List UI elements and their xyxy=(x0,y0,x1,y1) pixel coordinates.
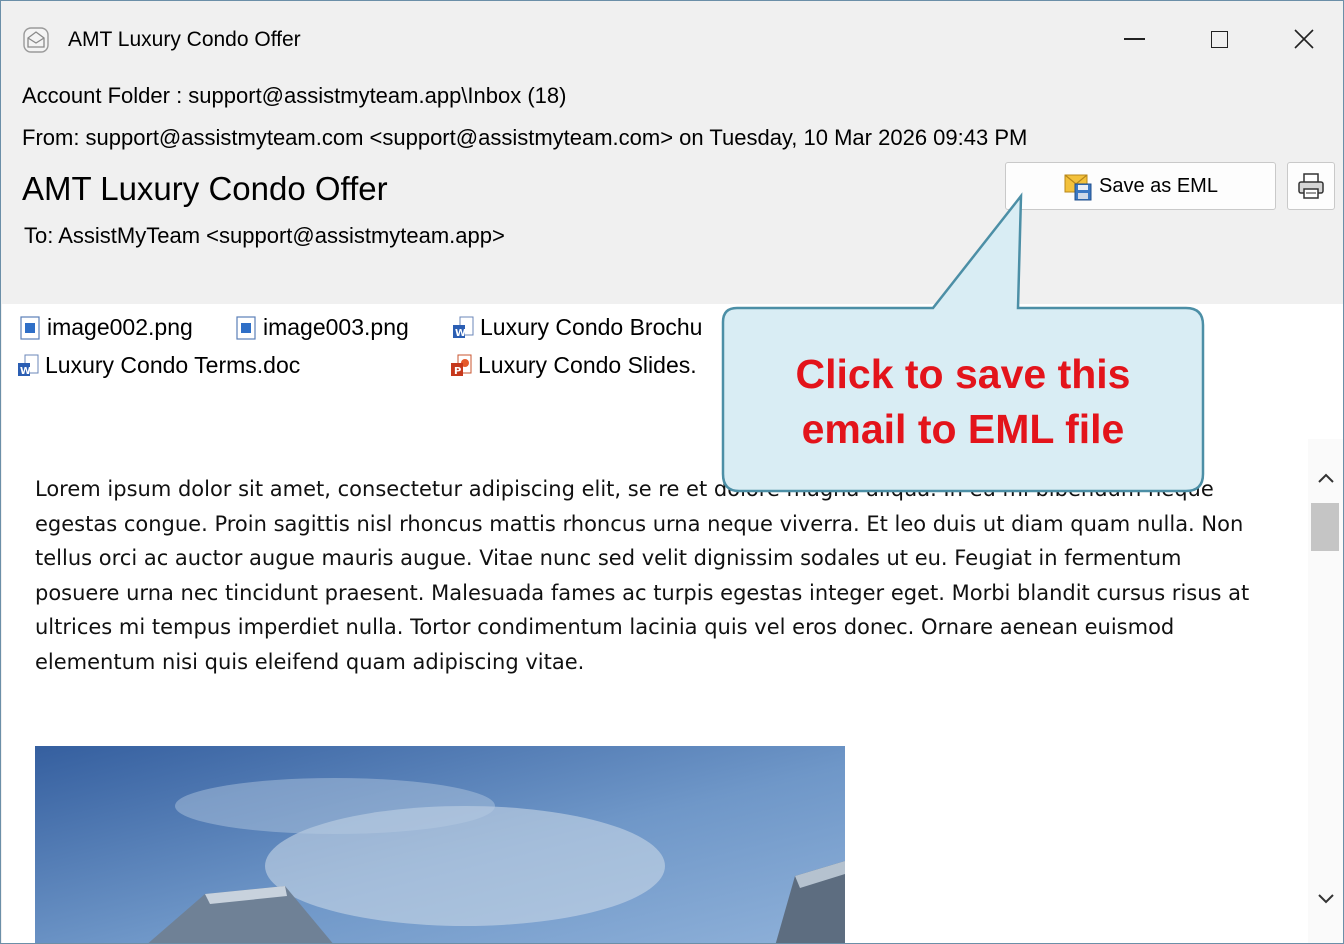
callout-line-1: Click to save this xyxy=(795,351,1131,397)
print-button[interactable] xyxy=(1287,162,1335,210)
minimize-icon xyxy=(1123,38,1145,40)
title-bar[interactable]: AMT Luxury Condo Offer xyxy=(1,1,1343,77)
svg-text:P: P xyxy=(454,366,461,377)
attachment-item[interactable]: P Luxury Condo Slides. xyxy=(450,352,697,379)
condo-building-image xyxy=(35,746,845,943)
word-doc-icon: W xyxy=(18,354,39,377)
callout-text: Click to save this email to EML file xyxy=(723,347,1203,457)
app-icon xyxy=(23,27,49,53)
attachment-name: Luxury Condo Terms.doc xyxy=(45,352,301,378)
scroll-up-icon[interactable] xyxy=(1314,467,1338,491)
scrollbar-thumb[interactable] xyxy=(1311,503,1339,551)
attachment-name: image002.png xyxy=(47,314,193,340)
minimize-button[interactable] xyxy=(1101,15,1167,63)
powerpoint-icon: P xyxy=(451,354,472,377)
close-button[interactable] xyxy=(1271,15,1337,63)
svg-text:W: W xyxy=(20,366,31,377)
printer-icon xyxy=(1298,173,1324,199)
attachment-item[interactable]: W Luxury Condo Terms.doc xyxy=(17,352,300,379)
svg-text:W: W xyxy=(455,328,466,339)
from-line: From: support@assistmyteam.com <support@… xyxy=(22,125,1028,150)
maximize-button[interactable] xyxy=(1186,15,1252,63)
attachment-item[interactable]: image002.png xyxy=(19,314,193,341)
to-line: To: AssistMyTeam <support@assistmyteam.a… xyxy=(24,223,505,248)
image-file-icon xyxy=(20,315,40,340)
word-doc-icon: W xyxy=(453,316,474,339)
attachment-item[interactable]: image003.png xyxy=(235,314,409,341)
callout-line-2: email to EML file xyxy=(801,406,1125,452)
close-icon xyxy=(1294,29,1314,49)
attachment-name: Luxury Condo Slides. xyxy=(478,352,697,378)
email-subject: AMT Luxury Condo Offer xyxy=(22,170,388,207)
scroll-down-icon[interactable] xyxy=(1314,886,1338,910)
account-folder: Account Folder : support@assistmyteam.ap… xyxy=(22,83,567,108)
image-file-icon xyxy=(236,315,256,340)
attachment-item[interactable]: W Luxury Condo Brochu xyxy=(452,314,702,341)
window-title: AMT Luxury Condo Offer xyxy=(68,28,301,51)
attachment-name: image003.png xyxy=(263,314,409,340)
attachment-name: Luxury Condo Brochu xyxy=(480,314,703,340)
maximize-icon xyxy=(1210,30,1228,48)
vertical-scrollbar[interactable] xyxy=(1308,439,1343,943)
email-viewer-window: AMT Luxury Condo Offer Account Folder : … xyxy=(0,0,1344,944)
